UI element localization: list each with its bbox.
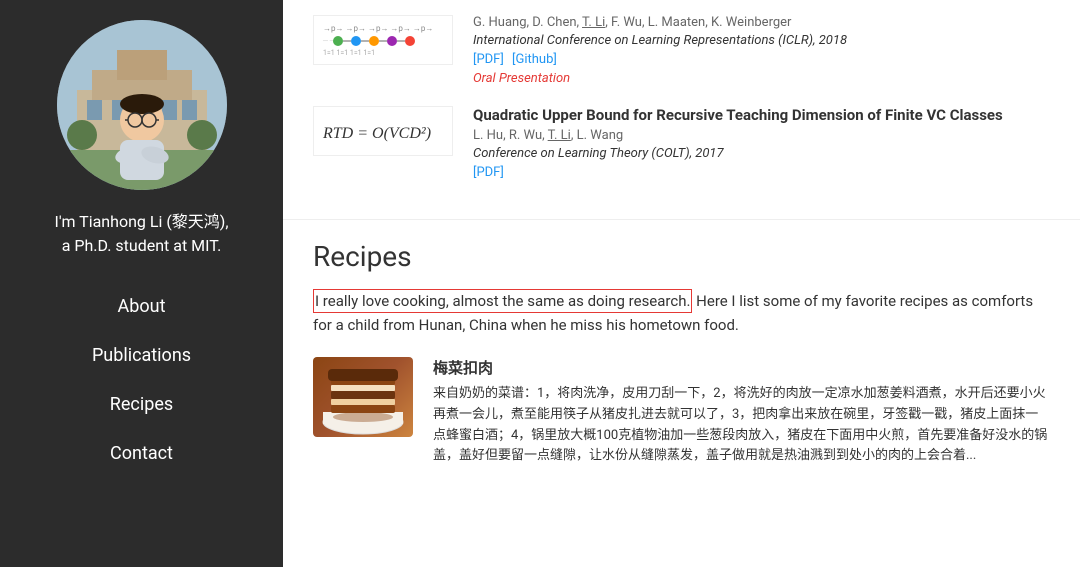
sidebar-item-contact[interactable]: Contact [0,429,283,478]
pub-venue: International Conference on Learning Rep… [473,33,847,48]
pub-diagram-image: →p→ →p→ →p→ →p→ →p→ ─ ─ ─ ─ ─ ─ ─ 1=1 1=… [313,15,453,65]
recipe-description: 来自奶奶的菜谱：1，将肉洗净，皮用刀刮一下，2，将洗好的肉放一定凉水加葱姜料酒煮… [433,384,1050,467]
pub-formula-image: RTD = O(VCD²) [313,106,453,156]
avatar [57,20,227,190]
pub-oral-badge: Oral Presentation [473,71,847,86]
pub-formula-svg: RTD = O(VCD²) [318,110,448,152]
pub-diagram-svg: →p→ →p→ →p→ →p→ →p→ ─ ─ ─ ─ ─ ─ ─ 1=1 1=… [318,19,448,61]
sidebar-item-about[interactable]: About [0,282,283,331]
recipe-food-svg [313,357,413,437]
pdf-link[interactable]: [PDF] [473,165,504,180]
pub-title: Quadratic Upper Bound for Recursive Teac… [473,106,1003,124]
pub-authors: L. Hu, R. Wu, T. Li, L. Wang [473,128,1003,143]
recipes-heading: Recipes [313,240,1050,273]
table-row: →p→ →p→ →p→ →p→ →p→ ─ ─ ─ ─ ─ ─ ─ 1=1 1=… [313,15,1050,86]
recipe-name: 梅菜扣肉 [433,357,1050,378]
avatar-image [57,20,227,190]
recipes-intro: I really love cooking, almost the same a… [313,289,1050,337]
github-link[interactable]: [Github] [512,52,557,67]
main-content: →p→ →p→ →p→ →p→ →p→ ─ ─ ─ ─ ─ ─ ─ 1=1 1=… [283,0,1080,567]
svg-text:→p→ →p→ →p→ →p→ →p→: →p→ →p→ →p→ →p→ →p→ [323,24,433,33]
svg-text:1=1 1=1 1=1 1=1: 1=1 1=1 1=1 1=1 [323,49,375,57]
pub-authors: G. Huang, D. Chen, T. Li, F. Wu, L. Maat… [473,15,847,30]
pub-venue: Conference on Learning Theory (COLT), 20… [473,146,1003,161]
sidebar-nav: About Publications Recipes Contact [0,282,283,478]
sidebar: I'm Tianhong Li (黎天鸿), a Ph.D. student a… [0,0,283,567]
pub-details: Quadratic Upper Bound for Recursive Teac… [473,106,1003,184]
list-item: 梅菜扣肉 来自奶奶的菜谱：1，将肉洗净，皮用刀刮一下，2，将洗好的肉放一定凉水加… [313,357,1050,467]
intro-highlight: I really love cooking, almost the same a… [313,289,692,313]
pub-links: [PDF] [Github] [473,52,847,67]
sidebar-name: I'm Tianhong Li (黎天鸿), a Ph.D. student a… [54,210,228,258]
svg-text:RTD = O(VCD²): RTD = O(VCD²) [322,125,431,142]
sidebar-item-publications[interactable]: Publications [0,331,283,380]
publications-section: →p→ →p→ →p→ →p→ →p→ ─ ─ ─ ─ ─ ─ ─ 1=1 1=… [283,0,1080,220]
pub-links: [PDF] [473,165,1003,180]
recipe-image [313,357,413,437]
pdf-link[interactable]: [PDF] [473,52,504,67]
pub-details: G. Huang, D. Chen, T. Li, F. Wu, L. Maat… [473,15,847,86]
table-row: RTD = O(VCD²) Quadratic Upper Bound for … [313,106,1050,184]
sidebar-item-recipes[interactable]: Recipes [0,380,283,429]
recipe-details: 梅菜扣肉 来自奶奶的菜谱：1，将肉洗净，皮用刀刮一下，2，将洗好的肉放一定凉水加… [433,357,1050,467]
recipes-section: Recipes I really love cooking, almost th… [283,220,1080,503]
